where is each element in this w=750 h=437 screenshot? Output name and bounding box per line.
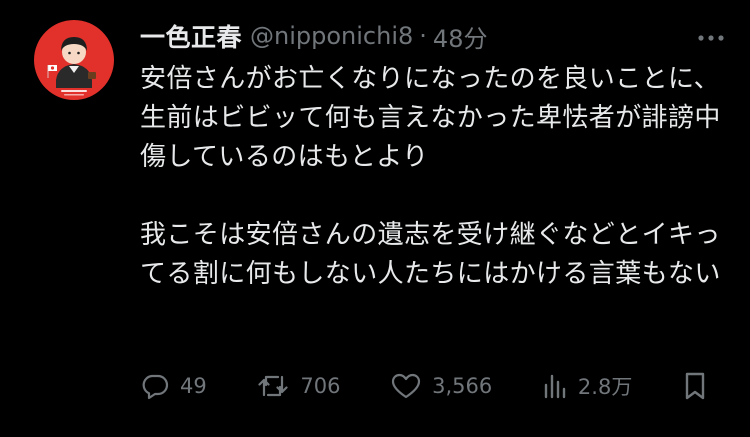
- post-header: 一色正春 @nipponichi8 · 48分: [140, 16, 728, 56]
- like-count: 3,566: [432, 374, 493, 398]
- bar-chart-icon: [542, 371, 568, 401]
- heart-icon: [390, 371, 422, 401]
- view-count: 2.8万: [577, 375, 633, 399]
- post-text: 安倍さんがお亡くなりになったのを良いことに、生前はビビッて何も言えなかった卑怯者…: [140, 60, 728, 294]
- like-button[interactable]: 3,566: [390, 371, 492, 401]
- repost-count: 706: [300, 374, 341, 398]
- post-content: 一色正春 @nipponichi8 · 48分 安倍さんがお亡くなりになったのを…: [140, 16, 728, 294]
- reply-bubble-icon: [140, 371, 170, 401]
- post-paragraph-2: 我こそは安倍さんの遺志を受け継ぐなどとイキってる割に何もしない人たちにはかける言…: [140, 220, 721, 289]
- display-name[interactable]: 一色正春: [140, 18, 242, 54]
- action-bar: 49 706 3,566 2.8万: [140, 364, 720, 408]
- avatar-image: [47, 37, 96, 96]
- timestamp[interactable]: 48分: [433, 19, 488, 54]
- separator-dot: ·: [419, 22, 427, 50]
- post-card[interactable]: 一色正春 @nipponichi8 · 48分 安倍さんがお亡くなりになったのを…: [0, 0, 750, 437]
- reply-button[interactable]: 49: [140, 371, 207, 401]
- bookmark-button[interactable]: [682, 370, 708, 402]
- views-button[interactable]: 2.8万: [542, 371, 632, 401]
- repost-arrows-icon: [256, 371, 290, 401]
- post-paragraph-1: 安倍さんがお亡くなりになったのを良いことに、生前はビビッて何も言えなかった卑怯者…: [140, 64, 721, 172]
- user-handle[interactable]: @nipponichi8: [250, 22, 413, 50]
- repost-button[interactable]: 706: [256, 371, 340, 401]
- bookmark-icon: [682, 370, 708, 402]
- avatar[interactable]: [34, 20, 114, 100]
- reply-count: 49: [180, 374, 207, 398]
- more-dots-icon[interactable]: [694, 26, 728, 50]
